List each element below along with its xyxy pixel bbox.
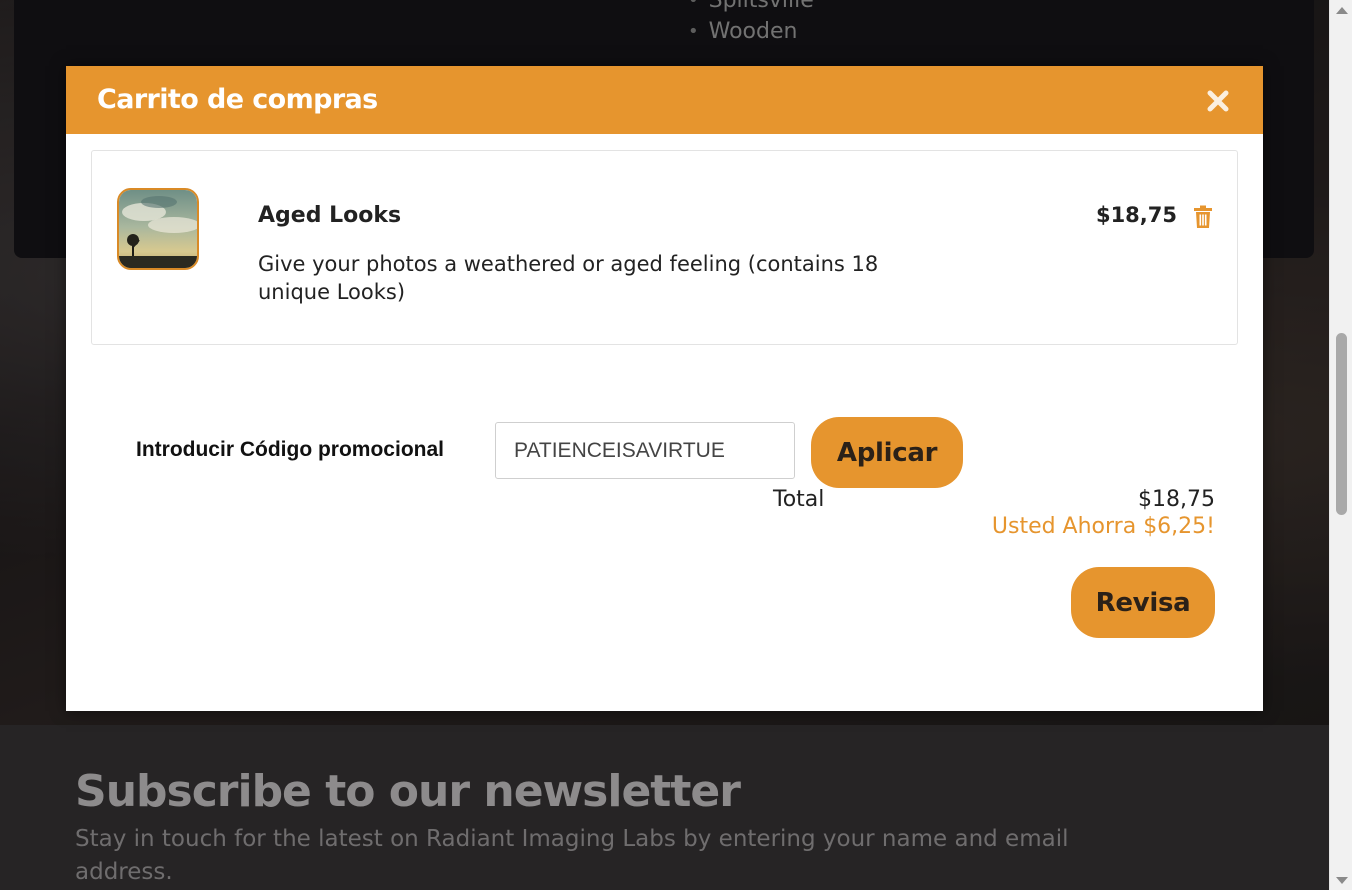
promo-code-input[interactable] — [495, 422, 795, 479]
page-scrollbar[interactable] — [1329, 0, 1352, 890]
modal-title: Carrito de compras — [97, 84, 378, 115]
savings-text: Usted Ahorra $6,25! — [991, 514, 1215, 539]
product-description: Give your photos a weathered or aged fee… — [258, 252, 879, 304]
close-icon — [1207, 90, 1229, 112]
promo-code-label: Introducir Código promocional — [136, 438, 444, 461]
scroll-down-button[interactable] — [1330, 870, 1352, 890]
total-value: $18,75 — [1138, 487, 1215, 512]
trash-icon — [1194, 205, 1212, 228]
close-button[interactable] — [1203, 86, 1233, 116]
product-name: Aged Looks — [258, 203, 402, 228]
product-thumbnail — [117, 188, 199, 270]
shopping-cart-modal: Carrito de compras Aged Looks Give your … — [66, 66, 1263, 711]
newsletter-title: Subscribe to our newsletter — [75, 766, 741, 817]
aged-looks-thumbnail-image — [119, 190, 197, 268]
checkout-button[interactable]: Revisa — [1071, 567, 1215, 638]
arrow-up-icon — [1335, 6, 1348, 14]
scrollbar-thumb[interactable] — [1336, 333, 1347, 515]
apply-promo-button[interactable]: Aplicar — [811, 417, 963, 488]
scroll-up-button[interactable] — [1330, 0, 1352, 20]
newsletter-text: Stay in touch for the latest on Radiant … — [75, 826, 1069, 885]
remove-item-button[interactable] — [1193, 205, 1215, 229]
arrow-down-icon — [1335, 876, 1348, 884]
total-label: Total — [773, 487, 825, 512]
cart-item: Aged Looks Give your photos a weathered … — [91, 150, 1238, 345]
product-price: $18,75 — [1095, 203, 1177, 227]
modal-header: Carrito de compras — [66, 66, 1263, 134]
